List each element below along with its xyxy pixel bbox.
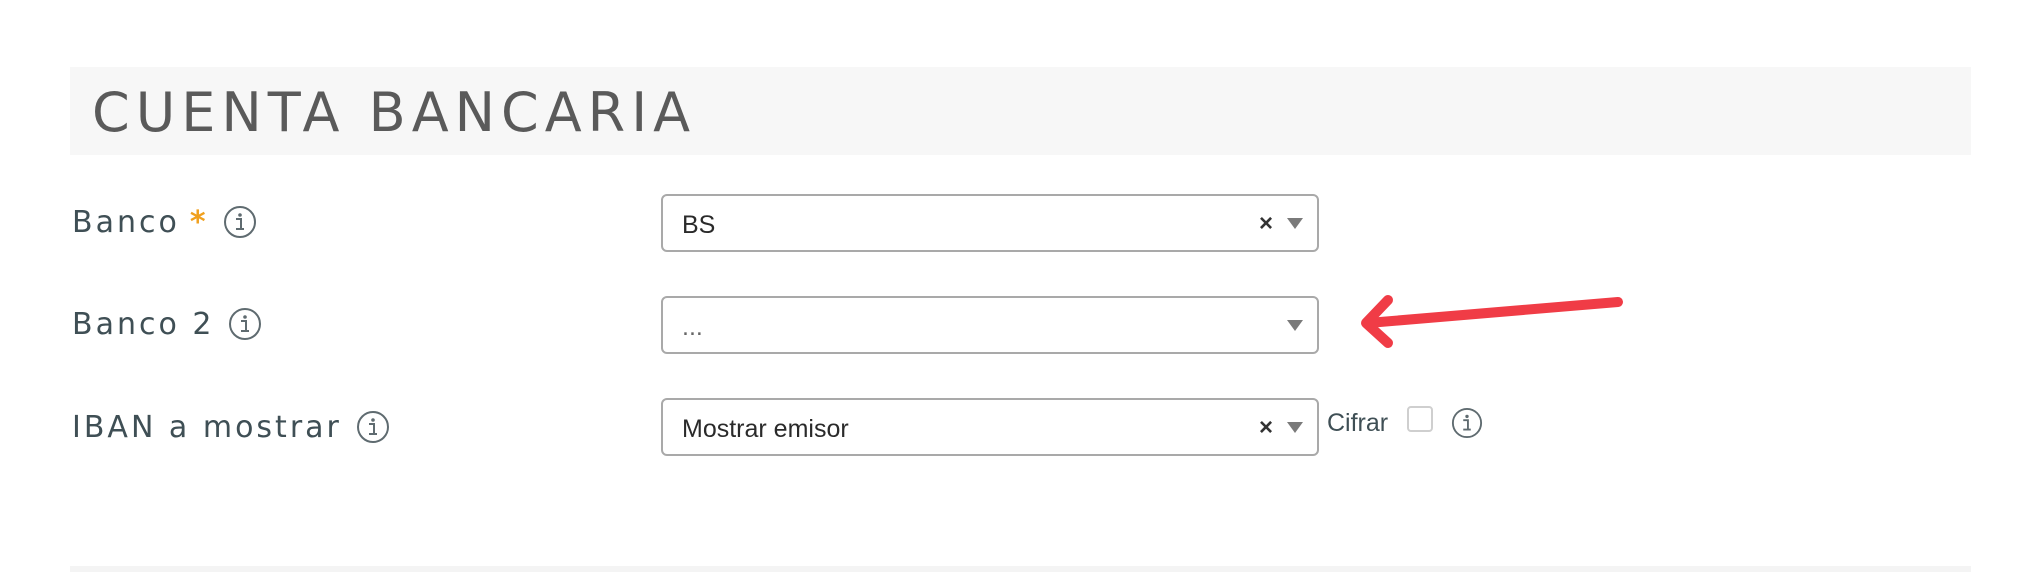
- section-divider: [70, 566, 1971, 572]
- cifrar-label: Cifrar: [1327, 409, 1389, 437]
- iban-select[interactable]: Mostrar emisor ×: [661, 398, 1319, 456]
- cifrar-checkbox[interactable]: [1407, 406, 1433, 432]
- page: CUENTA BANCARIA Banco * BS × Banco 2 ...: [0, 0, 2020, 572]
- banco2-label-row: Banco 2: [72, 302, 262, 346]
- clear-icon[interactable]: ×: [1259, 400, 1273, 456]
- info-icon[interactable]: [356, 410, 390, 444]
- iban-selected-value: Mostrar emisor: [682, 415, 849, 443]
- caret-down-icon[interactable]: [1287, 320, 1303, 331]
- banco-label: Banco: [72, 204, 180, 240]
- iban-label-row: IBAN a mostrar: [72, 405, 390, 449]
- banco-select[interactable]: BS ×: [661, 194, 1319, 252]
- banco-label-row: Banco *: [72, 200, 257, 244]
- info-icon[interactable]: [1451, 407, 1483, 439]
- banco2-select[interactable]: ...: [661, 296, 1319, 354]
- banco2-label: Banco 2: [72, 306, 215, 342]
- red-arrow-annotation: [1361, 295, 1623, 348]
- info-icon[interactable]: [223, 205, 257, 239]
- section-header: CUENTA BANCARIA: [70, 67, 1971, 155]
- clear-icon[interactable]: ×: [1259, 196, 1273, 252]
- section-title: CUENTA BANCARIA: [92, 81, 697, 144]
- banco-selected-value: BS: [682, 211, 716, 239]
- caret-down-icon[interactable]: [1287, 422, 1303, 433]
- required-mark: *: [189, 204, 209, 240]
- banco2-placeholder: ...: [682, 313, 703, 341]
- iban-label: IBAN a mostrar: [72, 409, 342, 445]
- info-icon[interactable]: [228, 307, 262, 341]
- caret-down-icon[interactable]: [1287, 218, 1303, 229]
